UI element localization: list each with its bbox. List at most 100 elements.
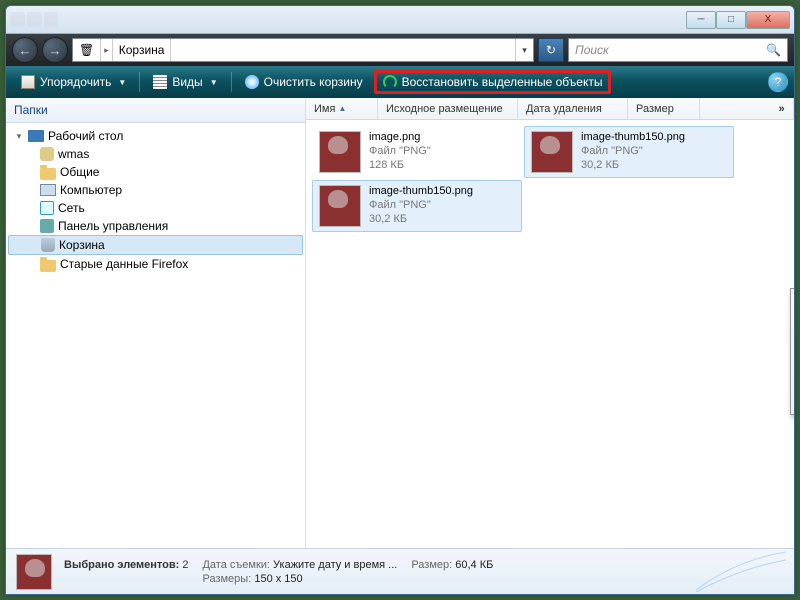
tree-item-компьютер[interactable]: Компьютер xyxy=(8,181,303,199)
restore-selected-button[interactable]: Восстановить выделенные объекты xyxy=(374,70,612,94)
status-dims-label: Размеры: xyxy=(202,573,251,585)
tree-item-label: Корзина xyxy=(59,238,105,252)
views-button[interactable]: Виды ▼ xyxy=(144,70,226,94)
search-placeholder: Поиск xyxy=(575,43,609,57)
views-icon xyxy=(153,75,167,89)
chevron-down-icon: ▼ xyxy=(118,78,126,87)
address-root-icon[interactable]: 🗑 xyxy=(73,39,101,61)
search-icon[interactable]: 🔍 xyxy=(766,43,781,57)
address-location[interactable]: Корзина xyxy=(113,39,172,61)
file-info: image.pngФайл "PNG"128 КБ xyxy=(369,131,431,172)
status-date-label: Дата съемки: xyxy=(202,559,269,571)
chevron-down-icon: ▼ xyxy=(210,78,218,87)
column-headers: Имя▲ Исходное размещение Дата удаления Р… xyxy=(306,98,794,120)
file-type: Файл "PNG" xyxy=(369,145,431,159)
file-thumbnail-icon xyxy=(319,185,361,227)
organize-label: Упорядочить xyxy=(40,75,111,89)
tree-item-label: wmas xyxy=(58,147,89,161)
column-original-location[interactable]: Исходное размещение xyxy=(378,98,518,119)
file-thumbnail-icon xyxy=(319,131,361,173)
back-button[interactable]: ← xyxy=(12,37,38,63)
restore-icon xyxy=(383,75,397,89)
minimize-button[interactable]: ─ xyxy=(686,11,716,29)
help-button[interactable]: ? xyxy=(768,72,788,92)
tree-item-label: Рабочий стол xyxy=(48,129,123,143)
tree-item-label: Сеть xyxy=(58,201,85,215)
tree-item-label: Компьютер xyxy=(60,183,122,197)
toolbar-separator xyxy=(231,72,232,92)
navbar: ← → 🗑 ▸ Корзина ▾ ↻ Поиск 🔍 xyxy=(6,34,794,66)
user-icon xyxy=(40,147,54,161)
net-icon xyxy=(40,201,54,215)
status-bar: Выбрано элементов: 2 Дата съемки: Укажит… xyxy=(6,548,794,594)
status-date-value[interactable]: Укажите дату и время ... xyxy=(273,559,397,571)
status-selection-count: 2 xyxy=(182,559,188,571)
folder-tree: ▾ Рабочий стол wmas Общие Компьютер Сеть Панел… xyxy=(6,123,305,548)
status-selection-label: Выбрано элементов: xyxy=(64,559,179,571)
file-size: 30,2 КБ xyxy=(581,159,685,173)
file-item[interactable]: image.pngФайл "PNG"128 КБ xyxy=(312,126,522,178)
file-pane: Имя▲ Исходное размещение Дата удаления Р… xyxy=(306,98,794,548)
decorative-swoosh-icon xyxy=(696,550,786,592)
search-input[interactable]: Поиск 🔍 xyxy=(568,38,788,62)
views-label: Виды xyxy=(172,75,202,89)
tree-item-старые-данные-firefox[interactable]: Старые данные Firefox xyxy=(8,255,303,273)
file-grid: image.pngФайл "PNG"128 КБimage-thumb150.… xyxy=(306,120,794,548)
file-size: 30,2 КБ xyxy=(369,213,473,227)
column-more-button[interactable]: » xyxy=(770,98,794,119)
refresh-button[interactable]: ↻ xyxy=(538,38,564,62)
breadcrumb-chevron-icon[interactable]: ▸ xyxy=(101,39,113,61)
address-bar[interactable]: 🗑 ▸ Корзина ▾ xyxy=(72,38,534,62)
toolbar-separator xyxy=(139,72,140,92)
explorer-window: ─ □ X ← → 🗑 ▸ Корзина ▾ ↻ Поиск 🔍 Упоряд… xyxy=(5,5,795,595)
address-dropdown-icon[interactable]: ▾ xyxy=(515,39,533,61)
file-size: 128 КБ xyxy=(369,159,431,173)
folders-pane: Папки ▾ Рабочий стол wmas Общие Компьютер Сет… xyxy=(6,98,306,548)
help-icon: ? xyxy=(775,75,782,89)
ctx-delete[interactable]: Удалить xyxy=(794,356,795,380)
column-name[interactable]: Имя▲ xyxy=(306,98,378,119)
file-type: Файл "PNG" xyxy=(369,199,473,213)
file-name: image.png xyxy=(369,131,431,145)
tree-item-общие[interactable]: Общие xyxy=(8,163,303,181)
file-name: image-thumb150.png xyxy=(369,185,473,199)
tree-item-label: Старые данные Firefox xyxy=(60,257,188,271)
status-thumbnail-icon xyxy=(16,554,52,590)
desk-icon xyxy=(28,130,44,142)
tree-item-wmas[interactable]: wmas xyxy=(8,145,303,163)
empty-bin-icon xyxy=(245,75,259,89)
forward-button[interactable]: → xyxy=(42,37,68,63)
close-button[interactable]: X xyxy=(746,11,790,29)
tree-item-рабочий-стол[interactable]: ▾ Рабочий стол xyxy=(8,127,303,145)
tree-item-корзина[interactable]: Корзина xyxy=(8,235,303,255)
panel-icon xyxy=(40,219,54,233)
tree-item-сеть[interactable]: Сеть xyxy=(8,199,303,217)
restore-selected-label: Восстановить выделенные объекты xyxy=(402,75,603,89)
folders-pane-header[interactable]: Папки xyxy=(6,98,305,123)
ctx-properties[interactable]: Свойства xyxy=(794,387,795,411)
empty-bin-label: Очистить корзину xyxy=(264,75,363,89)
file-info: image-thumb150.pngФайл "PNG"30,2 КБ xyxy=(369,185,473,226)
column-size[interactable]: Размер xyxy=(628,98,700,119)
sort-asc-icon: ▲ xyxy=(338,104,346,113)
file-item[interactable]: image-thumb150.pngФайл "PNG"30,2 КБ xyxy=(312,180,522,232)
status-size-label: Размер: xyxy=(411,559,452,571)
titlebar: ─ □ X xyxy=(6,6,794,34)
maximize-button[interactable]: □ xyxy=(716,11,746,29)
tree-item-label: Общие xyxy=(60,165,99,179)
window-controls: ─ □ X xyxy=(686,11,790,29)
file-thumbnail-icon xyxy=(531,131,573,173)
organize-button[interactable]: Упорядочить ▼ xyxy=(12,70,135,94)
column-date-deleted[interactable]: Дата удаления xyxy=(518,98,628,119)
expand-icon[interactable]: ▾ xyxy=(14,131,24,142)
ctx-cut[interactable]: Вырезать xyxy=(794,325,795,349)
tree-item-панель-управления[interactable]: Панель управления xyxy=(8,217,303,235)
file-info: image-thumb150.pngФайл "PNG"30,2 КБ xyxy=(581,131,685,172)
content-area: Папки ▾ Рабочий стол wmas Общие Компьютер Сет… xyxy=(6,98,794,548)
ctx-restore[interactable]: Восстановить xyxy=(794,292,795,318)
folder-icon xyxy=(40,168,56,180)
comp-icon xyxy=(40,184,56,196)
empty-bin-button[interactable]: Очистить корзину xyxy=(236,70,372,94)
file-item[interactable]: image-thumb150.pngФайл "PNG"30,2 КБ xyxy=(524,126,734,178)
context-menu: Восстановить Вырезать Удалить Свойства xyxy=(790,288,795,415)
